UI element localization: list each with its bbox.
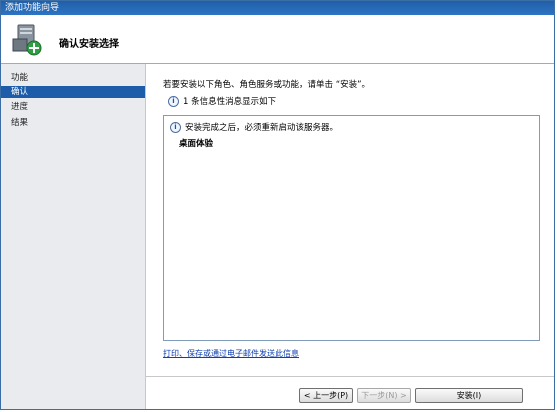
next-button[interactable]: 下一步(N) > (357, 388, 411, 403)
feature-desktop-experience: 桌面体验 (179, 139, 214, 149)
sidebar-item-results: 结果 (11, 118, 29, 128)
sidebar-item-features[interactable]: 功能 (1, 72, 145, 84)
info-icon: i (168, 96, 179, 107)
page-title: 确认安装选择 (59, 39, 119, 50)
info-summary-text: 1 条信息性消息显示如下 (183, 97, 277, 107)
previous-button[interactable]: < 上一步(P) (299, 388, 353, 403)
sidebar-item-confirmation[interactable]: 确认 (1, 86, 145, 98)
restart-notice: i 安装完成之后，必须重新启动该服务器。 (170, 121, 338, 133)
print-save-email-link[interactable]: 打印、保存或通过电子邮件发送此信息 (163, 348, 299, 359)
install-button[interactable]: 安装(I) (415, 388, 523, 403)
info-summary: i 1 条信息性消息显示如下 (168, 95, 276, 107)
footer-divider (146, 376, 554, 377)
selection-panel[interactable]: i 安装完成之后，必须重新启动该服务器。 桌面体验 (163, 115, 540, 341)
wizard-sidebar: 功能 确认 进度 结果 (1, 64, 146, 409)
server-add-feature-icon (12, 24, 42, 56)
sidebar-item-progress: 进度 (11, 102, 29, 112)
restart-notice-text: 安装完成之后，必须重新启动该服务器。 (185, 123, 339, 133)
intro-text: 若要安装以下角色、角色服务或功能，请单击 “安装”。 (163, 80, 371, 90)
info-icon: i (170, 122, 181, 133)
wizard-window: 添加功能向导 确认安装选择 功能 确认 进度 结果 若要安装以下角色、角色服务或… (0, 0, 555, 410)
wizard-content: 若要安装以下角色、角色服务或功能，请单击 “安装”。 i 1 条信息性消息显示如下… (146, 64, 554, 409)
wizard-header: 确认安装选择 (1, 15, 554, 64)
window-title: 添加功能向导 (5, 3, 60, 13)
title-bar: 添加功能向导 (1, 1, 554, 15)
